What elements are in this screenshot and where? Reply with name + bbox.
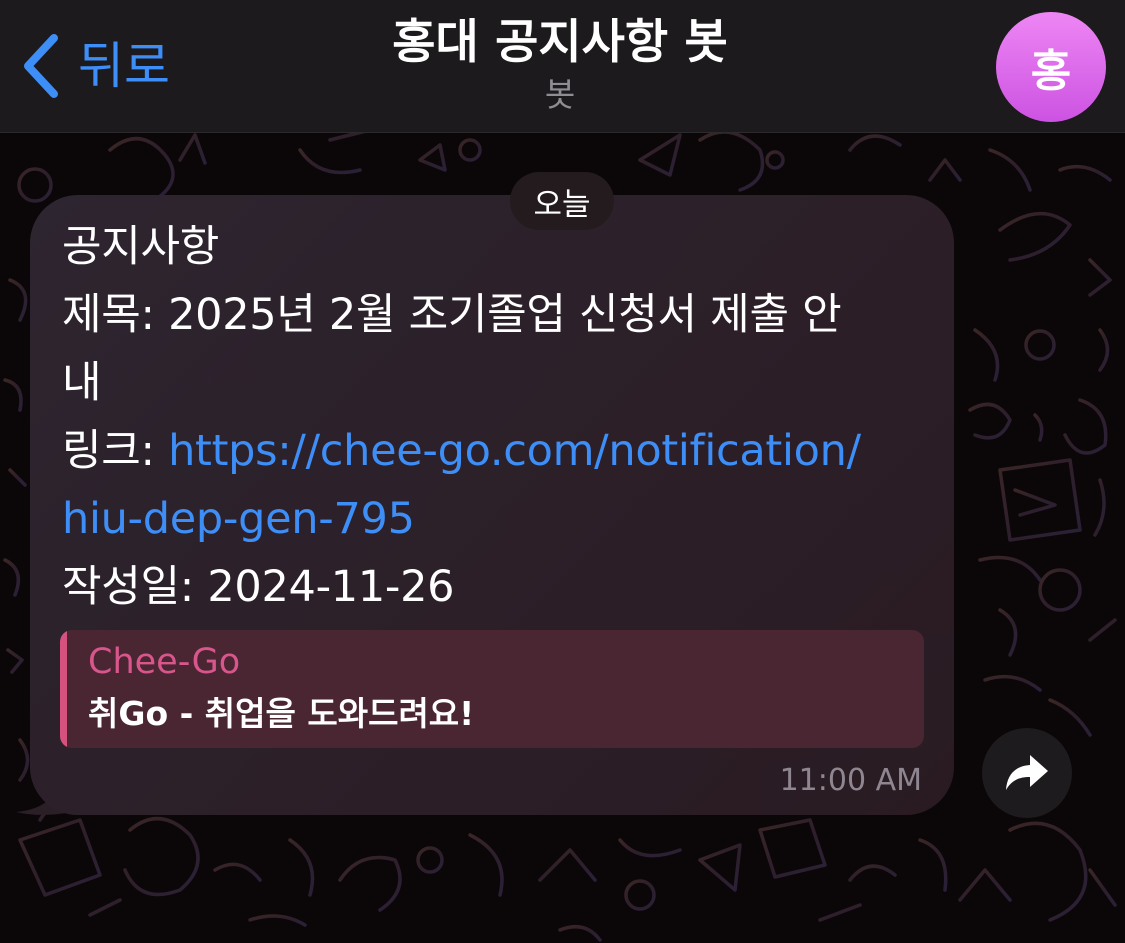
chat-title: 홍대 공지사항 봇 [392,15,728,70]
chat-subtitle: 봇 [544,75,576,114]
message-link-continued[interactable]: hiu-dep-gen-795 [62,485,942,553]
message-subject: 제목: 2025년 2월 조기졸업 신청서 제출 안 [62,290,842,340]
avatar-letter: 홍 [1030,46,1072,97]
chat-title-block[interactable]: 홍대 공지사항 봇 봇 [250,14,870,116]
link-preview-title: 취Go - 취업을 도와드려요! [88,694,475,733]
link-preview-site-name: Chee-Go [88,642,241,682]
message-date: 작성일: 2024-11-26 [62,562,455,612]
link-preview[interactable]: Chee-Go 취Go - 취업을 도와드려요! [60,630,924,748]
share-arrow-icon [1006,755,1048,790]
message-link-line: 링크: https://chee-go.com/notification/ [62,417,942,485]
message-time: 11:00 AM [779,763,922,798]
link-preview-accent-bar [60,630,67,748]
message-link-label: 링크: [62,426,169,476]
message-subject-continued: 내 [62,358,102,408]
date-chip: 오늘 [510,172,614,230]
avatar[interactable]: 홍 [996,12,1106,122]
message-heading: 공지사항 [62,222,220,272]
share-button[interactable] [982,728,1072,818]
message-link[interactable]: https://chee-go.com/notification/ [168,426,861,476]
message-text: 공지사항 제목: 2025년 2월 조기졸업 신청서 제출 안 내 링크: ht… [62,213,942,621]
message-bubble[interactable]: 공지사항 제목: 2025년 2월 조기졸업 신청서 제출 안 내 링크: ht… [30,195,954,815]
chat-header: 뒤로 홍대 공지사항 봇 봇 홍 [0,0,1125,133]
chat-screen: 뒤로 홍대 공지사항 봇 봇 홍 공지사항 제목: 2025년 2월 조기졸업 … [0,0,1125,943]
